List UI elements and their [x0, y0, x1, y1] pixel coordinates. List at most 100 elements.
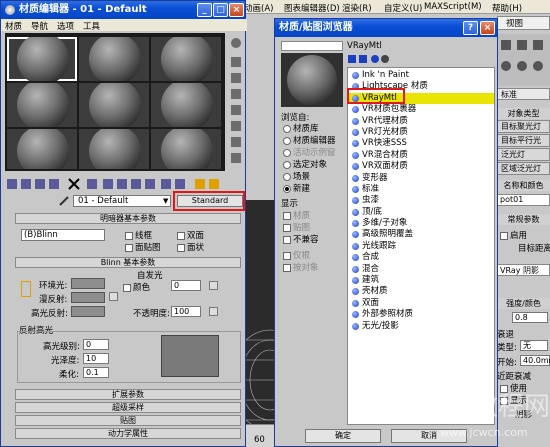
dynamics-rollout[interactable]: 动力学属性 [15, 428, 241, 439]
soften-spinner[interactable]: 0.1 [83, 367, 109, 378]
sample-slot-7[interactable] [7, 129, 77, 169]
sample-slot-8[interactable] [79, 129, 149, 169]
menu-maxscript[interactable]: MAXScript(M) [424, 2, 482, 12]
list-item[interactable]: 无光/投影 [348, 321, 494, 332]
list-item[interactable]: 壳材质 [348, 286, 494, 297]
two-sided-checkbox[interactable]: 双面 [177, 229, 204, 241]
list-item[interactable]: VR快速SSS [348, 138, 494, 149]
name-color-header[interactable]: 名称和颜色 [497, 180, 550, 191]
chevron-down-icon[interactable]: ▼ [163, 197, 168, 205]
close-button[interactable]: × [229, 3, 244, 17]
list-item[interactable]: Ink 'n Paint [348, 70, 494, 81]
list-item[interactable]: 混合 [348, 264, 494, 275]
radio-mtl-editor[interactable]: 材质编辑器 [283, 134, 336, 146]
maximize-button[interactable]: □ [213, 3, 228, 17]
by-object-checkbox[interactable]: 按对象 [283, 261, 319, 273]
sample-slot-2[interactable] [79, 37, 149, 81]
list-item[interactable]: 多维/子对象 [348, 218, 494, 229]
lock-icon[interactable] [21, 281, 31, 297]
opacity-map-button[interactable] [209, 307, 218, 316]
sample-slot-1[interactable] [7, 37, 77, 81]
show-maps-checkbox[interactable]: 贴图 [283, 221, 310, 233]
area-omni-button[interactable]: 区域泛光灯 [497, 162, 550, 175]
enable-checkbox[interactable]: 启用 [500, 229, 527, 241]
list-item[interactable]: 变形器 [348, 173, 494, 184]
general-params-header[interactable]: 常规参数 [497, 214, 550, 225]
list-item[interactable]: VR材质包裹器 [348, 104, 494, 115]
diffuse-swatch[interactable] [71, 292, 105, 303]
view-dropdown[interactable]: 视图 [497, 16, 550, 30]
minimize-button[interactable]: _ [197, 3, 212, 17]
shadow-type-dropdown[interactable]: VRay 阴影 [497, 264, 550, 276]
self-illum-map-button[interactable] [209, 281, 218, 290]
ok-button[interactable]: 确定 [305, 429, 381, 443]
show-incompatible-checkbox[interactable]: 不兼容 [283, 233, 319, 245]
target-spot-button[interactable]: 目标聚光灯 [497, 120, 550, 133]
blinn-basic-rollout[interactable]: Blinn 基本参数 [15, 257, 241, 268]
list-item[interactable]: VR混合材质 [348, 150, 494, 161]
pick-material-icon[interactable] [59, 196, 69, 206]
omni-button[interactable]: 泛光灯 [497, 148, 550, 161]
radio-mtl-library[interactable]: 材质库 [283, 122, 319, 134]
ambient-swatch[interactable] [71, 278, 105, 289]
list-item[interactable]: 外部参照材质 [348, 309, 494, 320]
menu-animation[interactable]: 动画(A) [244, 2, 273, 14]
mat-toolbar-icons[interactable] [5, 177, 225, 191]
start-spinner[interactable]: 40.0mm [520, 355, 550, 366]
faceted-checkbox[interactable]: 面状 [177, 241, 204, 253]
browser-close-button[interactable]: × [480, 21, 495, 35]
show-materials-checkbox[interactable]: 材质 [283, 209, 310, 221]
self-illum-spinner[interactable]: 0 [171, 280, 201, 291]
object-type-header[interactable]: 对象类型 [497, 108, 550, 119]
supersampling-rollout[interactable]: 超级采样 [15, 402, 241, 413]
maps-rollout[interactable]: 贴图 [15, 415, 241, 426]
list-item[interactable]: 光线跟踪 [348, 241, 494, 252]
radio-active-slot[interactable]: 活动示例窗 [283, 146, 336, 158]
menu-navigation[interactable]: 导航 [31, 20, 48, 32]
menu-material[interactable]: 材质 [5, 20, 22, 32]
face-map-checkbox[interactable]: 面贴图 [125, 241, 161, 253]
list-item[interactable]: 高级照明覆盖 [348, 229, 494, 240]
list-item[interactable]: 顶/底 [348, 207, 494, 218]
browser-search-field[interactable] [281, 41, 343, 51]
glossiness-spinner[interactable]: 10 [83, 353, 109, 364]
spec-level-spinner[interactable]: 0 [83, 339, 109, 350]
list-item[interactable]: 双面 [348, 298, 494, 309]
menu-customize[interactable]: 自定义(U) [384, 2, 422, 14]
target-direct-button[interactable]: 目标平行光 [497, 134, 550, 147]
list-item[interactable]: 虫漆 [348, 195, 494, 206]
menu-help[interactable]: 帮助(H) [492, 2, 522, 14]
wire-checkbox[interactable]: 线框 [125, 229, 152, 241]
decay-type-dropdown[interactable]: 无 [520, 340, 548, 351]
view-mode-icons[interactable] [347, 53, 397, 65]
list-item[interactable]: 标准 [348, 184, 494, 195]
list-item[interactable]: 合成 [348, 252, 494, 263]
menu-options[interactable]: 选项 [57, 20, 74, 32]
radio-selected[interactable]: 选定对象 [283, 158, 327, 170]
list-item[interactable]: 建筑 [348, 275, 494, 286]
list-item[interactable]: VR代理材质 [348, 116, 494, 127]
material-name-field[interactable]: 01 - Default [73, 195, 171, 207]
self-illum-color-checkbox[interactable]: 颜色 [123, 281, 150, 293]
sample-slot-5[interactable] [79, 83, 149, 127]
radio-scene[interactable]: 场景 [283, 170, 310, 182]
diffuse-map-button[interactable] [109, 292, 118, 301]
sample-slot-9[interactable] [151, 129, 221, 169]
intensity-header[interactable]: 强度/颜色 [497, 298, 550, 309]
sample-slot-4[interactable] [7, 83, 77, 127]
sample-slot-6[interactable] [151, 83, 221, 127]
sample-slot-3[interactable] [151, 37, 221, 81]
opacity-spinner[interactable]: 100 [171, 306, 201, 317]
menu-rendering[interactable]: 渲染(R) [342, 2, 372, 14]
category-dropdown[interactable]: 标准 [497, 88, 550, 100]
menu-utilities[interactable]: 工具 [83, 20, 100, 32]
object-name-field[interactable]: pot01 [497, 194, 550, 206]
multiplier-spinner[interactable]: 0.8 [512, 312, 548, 323]
radio-new[interactable]: 新建 [283, 182, 310, 194]
command-tabs[interactable] [497, 34, 550, 86]
extended-params-rollout[interactable]: 扩展参数 [15, 389, 241, 400]
help-button[interactable]: ? [463, 21, 478, 35]
shader-type-dropdown[interactable]: (B)Blinn [21, 229, 105, 241]
shader-basic-rollout[interactable]: 明暗器基本参数 [15, 213, 241, 224]
menu-graph-editors[interactable]: 图表编辑器(D) [284, 2, 340, 14]
